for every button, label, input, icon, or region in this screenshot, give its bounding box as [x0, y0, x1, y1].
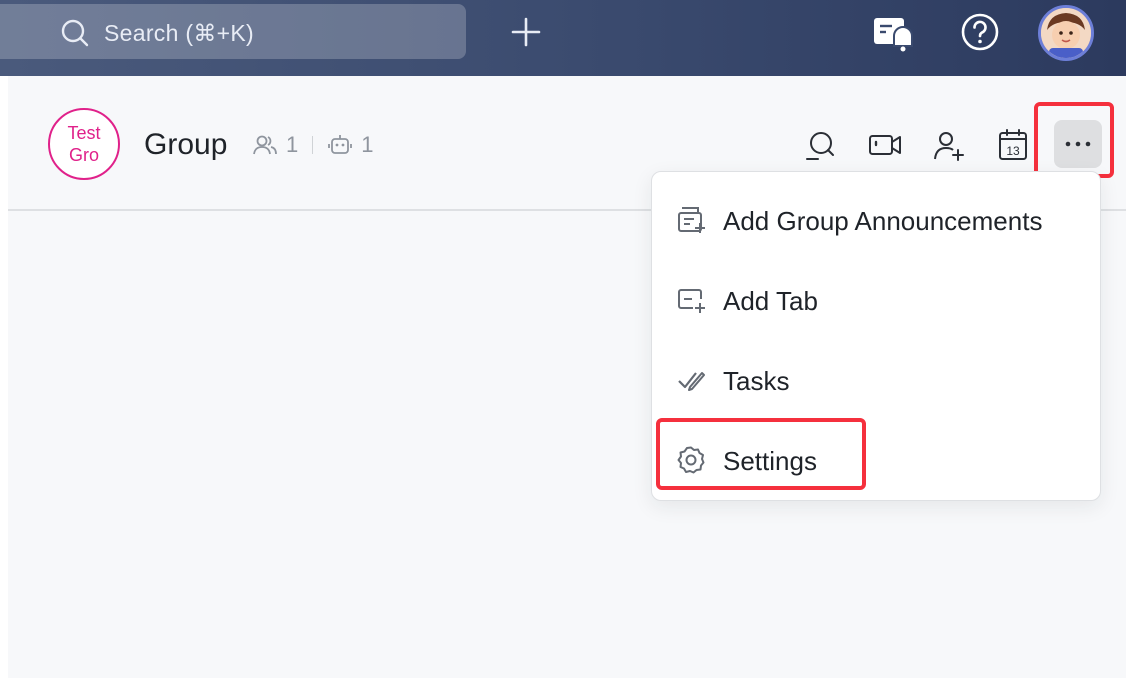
- search-chat-icon[interactable]: [804, 128, 838, 162]
- calendar-day: 13: [1006, 144, 1020, 158]
- member-count: 1: [286, 132, 299, 157]
- notification-bell-icon[interactable]: [872, 12, 916, 52]
- tasks-icon: [678, 372, 705, 391]
- video-call-icon[interactable]: [868, 128, 902, 162]
- search-input[interactable]: Search (⌘+K): [0, 4, 466, 59]
- help-icon[interactable]: [960, 12, 1000, 52]
- members-icon[interactable]: [252, 132, 278, 158]
- group-avatar[interactable]: Test Gro: [48, 108, 120, 180]
- menu-item-label: Add Tab: [723, 286, 818, 316]
- bot-icon[interactable]: [327, 132, 353, 158]
- bot-count: 1: [361, 132, 374, 157]
- search-placeholder: Search (⌘+K): [104, 20, 254, 46]
- add-tab-icon: [678, 289, 705, 313]
- chat-area: Test Gro Group 1 1 13 Add Group Announce…: [8, 76, 1126, 678]
- menu-item-add-group-announcements[interactable]: Add Group Announcements: [652, 177, 1100, 257]
- menu-item-label: Tasks: [723, 366, 790, 396]
- search-icon: [61, 19, 89, 47]
- announcement-icon: [678, 207, 705, 233]
- menu-item-label: Add Group Announcements: [723, 206, 1043, 236]
- user-avatar[interactable]: [1038, 5, 1094, 61]
- add-member-icon[interactable]: [932, 128, 966, 162]
- settings-highlight: [656, 418, 866, 490]
- more-menu: Add Group Announcements Add Tab Tasks Se…: [651, 171, 1101, 501]
- group-avatar-line1: Test: [67, 123, 101, 143]
- group-avatar-line2: Gro: [68, 145, 99, 165]
- group-meta: 1 1: [252, 132, 374, 158]
- group-title[interactable]: Group: [144, 128, 227, 162]
- menu-item-tasks[interactable]: Tasks: [652, 337, 1100, 417]
- top-bar: Search (⌘+K): [0, 0, 1126, 76]
- meta-divider: [312, 136, 314, 154]
- avatar-illustration-icon: [1041, 8, 1091, 58]
- menu-item-add-tab[interactable]: Add Tab: [652, 257, 1100, 337]
- plus-icon[interactable]: [508, 14, 544, 50]
- more-button-highlight: [1034, 102, 1114, 178]
- calendar-icon[interactable]: 13: [996, 128, 1030, 162]
